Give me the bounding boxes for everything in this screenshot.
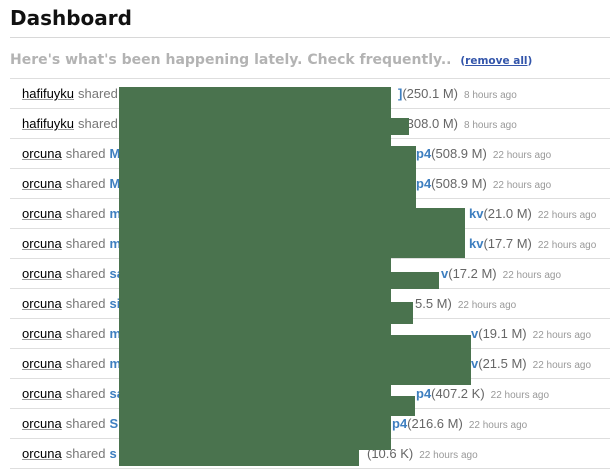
- file-size: (308.0 M): [402, 116, 458, 131]
- timestamp: 8 hours ago: [463, 120, 517, 131]
- row-tail: ](250.1 M) 8 hours ago: [398, 79, 517, 111]
- intro-line: Here's what's been happening lately. Che…: [10, 52, 610, 68]
- timestamp: 22 hours ago: [537, 210, 597, 221]
- timestamp: 22 hours ago: [492, 150, 552, 161]
- file-size: (21.0 M): [483, 206, 532, 221]
- file-link-end[interactable]: kv: [469, 206, 483, 221]
- user-link[interactable]: orcuna: [22, 146, 62, 161]
- row-lead: orcuna shared si: [22, 289, 120, 319]
- row-lead: orcuna shared M: [22, 169, 120, 199]
- row-tail: v(17.2 M) 22 hours ago: [441, 259, 561, 291]
- timestamp: 22 hours ago: [537, 240, 597, 251]
- redaction-block: [391, 302, 413, 324]
- action-verb: shared: [65, 326, 106, 341]
- user-link[interactable]: orcuna: [22, 236, 62, 251]
- title-divider: [10, 37, 610, 38]
- timestamp: 22 hours ago: [457, 300, 517, 311]
- file-link-end[interactable]: p4: [392, 416, 407, 431]
- timestamp: 22 hours ago: [502, 270, 562, 281]
- timestamp: 22 hours ago: [492, 180, 552, 191]
- intro-text: Here's what's been happening lately. Che…: [10, 52, 452, 68]
- user-link[interactable]: orcuna: [22, 266, 62, 281]
- redaction-block: [391, 208, 465, 258]
- row-lead: hafifuyku shared: [22, 79, 122, 109]
- user-link[interactable]: orcuna: [22, 446, 62, 461]
- timestamp: 22 hours ago: [532, 360, 592, 371]
- row-tail: 5.5 M) 22 hours ago: [415, 289, 516, 321]
- file-size: 5.5 M): [415, 296, 452, 311]
- file-link-end[interactable]: kv: [469, 236, 483, 251]
- timestamp: 22 hours ago: [419, 450, 478, 461]
- file-size: (508.9 M): [431, 176, 487, 191]
- row-tail: v(19.1 M) 22 hours ago: [471, 319, 591, 351]
- timestamp: 8 hours ago: [463, 90, 517, 101]
- action-verb: shared: [65, 416, 106, 431]
- row-lead: orcuna shared sa: [22, 379, 124, 409]
- user-link[interactable]: orcuna: [22, 176, 62, 191]
- action-verb: shared: [65, 146, 106, 161]
- row-lead: orcuna shared s: [22, 439, 117, 469]
- user-link[interactable]: orcuna: [22, 356, 62, 371]
- redaction-block: [119, 450, 359, 466]
- redaction-block: [119, 87, 391, 450]
- file-size: (19.1 M): [478, 326, 527, 341]
- file-link-end[interactable]: p4: [416, 176, 431, 191]
- action-verb: shared: [65, 176, 106, 191]
- redaction-block: [391, 272, 439, 289]
- user-link[interactable]: orcuna: [22, 296, 62, 311]
- redaction-block: [391, 146, 416, 216]
- row-tail: v(21.5 M) 22 hours ago: [471, 349, 591, 381]
- remove-all-link[interactable]: remove all: [465, 55, 527, 67]
- user-link[interactable]: orcuna: [22, 206, 62, 221]
- row-lead: orcuna shared m: [22, 199, 121, 229]
- page-title: Dashboard: [10, 6, 132, 30]
- action-verb: shared: [65, 266, 106, 281]
- paren-close: ): [527, 55, 533, 67]
- user-link[interactable]: orcuna: [22, 326, 62, 341]
- action-verb: shared: [78, 116, 118, 131]
- file-size: (250.1 M): [402, 86, 458, 101]
- file-size: (216.6 M): [407, 416, 463, 431]
- row-lead: orcuna shared m: [22, 229, 121, 259]
- user-link[interactable]: orcuna: [22, 416, 62, 431]
- file-size: (21.5 M): [478, 356, 527, 371]
- action-verb: shared: [65, 236, 106, 251]
- action-verb: shared: [65, 296, 106, 311]
- file-size: (17.7 M): [483, 236, 532, 251]
- timestamp: 22 hours ago: [490, 390, 550, 401]
- row-lead: orcuna shared sa: [22, 259, 124, 289]
- action-verb: shared: [65, 446, 106, 461]
- row-tail: kv(17.7 M) 22 hours ago: [469, 229, 596, 261]
- timestamp: 22 hours ago: [532, 330, 592, 341]
- action-verb: shared: [78, 86, 118, 101]
- row-lead: orcuna shared Sl: [22, 409, 122, 439]
- row-lead: orcuna shared M: [22, 139, 120, 169]
- action-verb: shared: [65, 386, 106, 401]
- file-link-start[interactable]: s: [110, 446, 117, 461]
- row-tail: p4(508.9 M) 22 hours ago: [416, 169, 551, 201]
- file-link-end[interactable]: p4: [416, 386, 431, 401]
- row-tail: kv(21.0 M) 22 hours ago: [469, 199, 596, 231]
- remove-all-wrapper: (remove all): [460, 55, 532, 67]
- user-link[interactable]: hafifuyku: [22, 86, 74, 101]
- file-size: (508.9 M): [431, 146, 487, 161]
- row-tail: ](308.0 M)8 hours ago: [398, 109, 517, 141]
- user-link[interactable]: orcuna: [22, 386, 62, 401]
- user-link[interactable]: hafifuyku: [22, 116, 74, 131]
- redaction-block: [391, 396, 415, 416]
- row-lead: hafifuyku shared: [22, 109, 122, 139]
- row-lead: orcuna shared m: [22, 349, 121, 379]
- timestamp: 22 hours ago: [468, 420, 528, 431]
- row-lead: orcuna shared m: [22, 319, 121, 349]
- file-size: (407.2 K): [431, 386, 485, 401]
- file-size: (17.2 M): [448, 266, 497, 281]
- redaction-block: [391, 118, 409, 135]
- row-tail: p4(508.9 M) 22 hours ago: [416, 139, 551, 171]
- redaction-block: [391, 335, 471, 385]
- action-verb: shared: [65, 206, 106, 221]
- file-link-end[interactable]: p4: [416, 146, 431, 161]
- action-verb: shared: [65, 356, 106, 371]
